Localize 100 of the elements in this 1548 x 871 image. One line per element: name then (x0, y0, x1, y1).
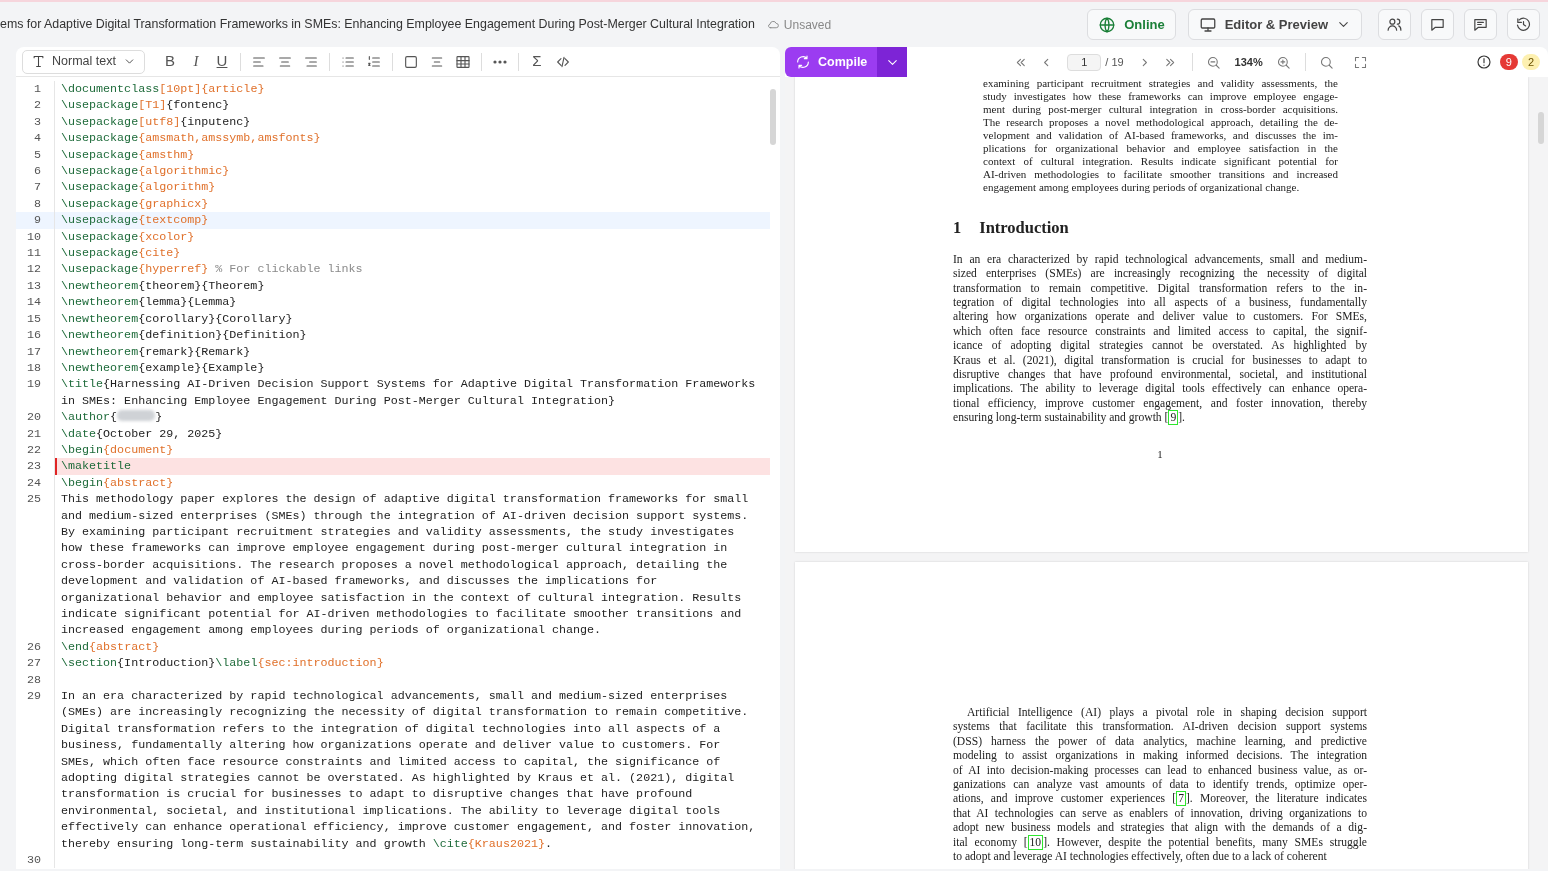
error-count: 9 (1499, 54, 1518, 70)
code-line: \begin{document} (61, 441, 175, 459)
page-number: 1 (1156, 446, 1164, 462)
code-line: \newtheorem{example}{Example} (61, 359, 266, 377)
people-icon (1386, 16, 1403, 33)
text-style-dropdown[interactable]: Normal text (22, 49, 145, 74)
line-number: 5 (16, 146, 55, 164)
italic-button[interactable]: I (185, 49, 207, 74)
citation-link[interactable]: 10 (1027, 834, 1044, 850)
line-number: 4 (16, 130, 55, 147)
code-line: \usepackage{xcolor} (61, 228, 196, 246)
speech-bubble-icon (1429, 16, 1446, 33)
citation-link[interactable]: 9 (1168, 410, 1179, 426)
globe-icon (1098, 15, 1117, 34)
line-number: 26 (16, 638, 55, 656)
line-number: 29 (16, 688, 55, 853)
line-number: 3 (16, 113, 55, 131)
history-button[interactable] (1507, 9, 1540, 40)
code-line: \usepackage[T1]{fontenc} (61, 97, 231, 114)
line-number: 30 (16, 852, 55, 868)
online-button[interactable]: Online (1087, 9, 1176, 40)
zoom-in-icon (1276, 54, 1292, 70)
line-number: 20 (16, 409, 55, 426)
code-line: \newtheorem{definition}{Definition} (61, 327, 308, 344)
more-icon (493, 59, 507, 64)
line-number: 25 (16, 491, 55, 639)
page-total: / 19 (1105, 54, 1124, 70)
history-icon (1515, 16, 1532, 33)
code-line: \section{Introduction}\label{sec:introduction} (61, 655, 385, 672)
table-icon (455, 53, 471, 70)
line-number: 16 (16, 327, 55, 344)
numbered-list-icon (366, 53, 382, 70)
code-line: \documentclass[10pt]{article} (61, 81, 266, 98)
section-heading: Introduction (979, 217, 1069, 239)
code-line: \usepackage{textcomp} (61, 212, 210, 229)
code-line: \usepackage{algorithmic} (61, 163, 231, 180)
line-number: 17 (16, 343, 55, 360)
collaborators-button[interactable] (1378, 9, 1411, 40)
page-number-field[interactable]: 1 (1067, 53, 1102, 71)
warning-count: 2 (1521, 54, 1540, 70)
scrollbar-thumb[interactable] (1538, 112, 1544, 144)
cloud-icon (766, 18, 780, 31)
line-number: 13 (16, 277, 55, 295)
code-line: \newtheorem{remark}{Remark} (61, 343, 252, 360)
line-number: 2 (16, 97, 55, 114)
formula-button[interactable]: Σ (526, 49, 548, 74)
line-number: 10 (16, 228, 55, 246)
line-number: 19 (16, 376, 55, 410)
code-line: \maketitle (61, 458, 133, 475)
code-line: \newtheorem{theorem}{Theorem} (61, 277, 266, 295)
layout-dropdown[interactable]: Editor & Preview (1187, 9, 1362, 40)
line-number: 28 (16, 671, 55, 689)
abstract-text: examining participant recruitment strategies and validity assessments, the study investigates how these frameworks can improve employee engage- ment during post-merger cultural integration in cross-border acquisitions. The research proposes a novel methodological approach, detailing the de- velopment and validation of AI-based frameworks, and discusses the im- plications for organizational behavior and employee satisfaction in the context of cultural integration. Results indicate significant potential for AI-driven methodologies to facilitate smoother transitions and increased engagement among employees during periods of organizational change. (983, 77, 1338, 194)
line-number: 12 (16, 261, 55, 278)
code-line: \date{October 29, 2025} (61, 425, 224, 442)
code-line: \end{abstract} (61, 638, 161, 656)
monitor-icon (1198, 15, 1217, 34)
chat-button[interactable] (1421, 9, 1454, 40)
line-number: 15 (16, 310, 55, 328)
underline-button[interactable]: U (211, 49, 233, 74)
text-icon (31, 54, 46, 69)
compile-button[interactable]: Compile (785, 47, 878, 77)
code-line: In an era characterized by rapid technological advancements, small and medium-sized enterprises (SMEs) are increasingly recognizing the necessity of digital transformation to remain competitive. Digital transformation refers to the integration of digital technologies into all aspects of a business, fundamentally altering how organizations operate and deliver value to customers. For SMEs, which often face resource constraints and limited access to capital, the significance of adopting digital strategies cannot be overstated. As highlighted by Kraus et al. (2021), digital transformation is crucial for businesses to adapt to disruptive changes that have profound environmental, societal, and institutional implications. The ability to leverage digital tools effectively can enhance operational efficiency, improve customer engagement, and foster innovation, thereby ensuring long-term sustainability and growth \cite{Kraus2021}. (61, 688, 757, 853)
code-line: \usepackage{hyperref} % For clickable links (61, 261, 364, 278)
compile-dropdown[interactable] (877, 47, 908, 77)
line-number: 11 (16, 245, 55, 262)
line-number: 1 (16, 81, 55, 98)
code-line: \usepackage{graphicx} (61, 195, 210, 213)
line-number: 24 (16, 474, 55, 492)
code-line: \usepackage{cite} (61, 245, 182, 262)
zoom-level: 134% (1233, 54, 1264, 70)
line-number: 14 (16, 294, 55, 311)
fullscreen-icon (1353, 54, 1369, 70)
bold-button[interactable]: B (159, 49, 181, 74)
search-icon (1319, 54, 1335, 70)
zoom-out-icon (1206, 54, 1222, 70)
line-number: 7 (16, 179, 55, 196)
comments-button[interactable] (1464, 9, 1497, 40)
code-line: \newtheorem{lemma}{Lemma} (61, 294, 238, 311)
comment-icon (1472, 16, 1489, 33)
body-paragraph: In an era characterized by rapid technological advancements, small and medium- sized enterprises (SMEs) are increasingly recognizing the necessity of digital transformation to remain competitive. Digital transformation refers to the in- tegration of digital technologies into all aspects of a business, fundamentally altering how organizations operate and deliver value to customers. For SMEs, which often face resource constraints and limited access to capital, the signif- icance of adopting digital strategies cannot be overstated. As highlighted by Kraus et al. (2021), digital transformation is crucial for businesses to adapt to disruptive changes that have profound environmental, societal, and institutional implications. The ability to leverage digital tools effectively can enhance opera- tional efficiency, improve customer engagement, and foster innovation, thereby ensuring long-term sustainability and growth [ 9 ]. (953, 252, 1367, 426)
line-number: 21 (16, 425, 55, 442)
line-number: 18 (16, 359, 55, 377)
line-number: 9 (16, 212, 55, 229)
document-title: ems for Adaptive Digital Transformation Frameworks in SMEs: Enhancing Employee Engagement During Post-Merger Cultural Integration (0, 16, 755, 34)
code-line: \author{ } (61, 409, 164, 426)
code-line: \begin{abstract} (61, 474, 175, 492)
alert-icon (1475, 54, 1492, 70)
line-number: 27 (16, 655, 55, 672)
line-number: 22 (16, 441, 55, 459)
code-line: \usepackage{algorithm} (61, 179, 217, 196)
line-number: 6 (16, 163, 55, 180)
code-line: \title{Harnessing AI-Driven Decision Support Systems for Adaptive Digital Transformation Frameworks in SMEs: Enhancing Employee Engagement During Post-Merger Cultural Integration} (61, 376, 757, 410)
citation-link[interactable]: 7 (1176, 791, 1186, 807)
code-line: \usepackage[utf8]{inputenc} (61, 113, 252, 131)
code-line: This methodology paper explores the design of adaptive digital transformation frameworks for small and medium-sized enterprises (SMEs) through the integration of AI-driven decision support systems. By examining participant recruitment strategies and validity assessments, the study investigates how these frameworks can improve employee engagement during post-merger cultural integration in cross-border acquisitions. The research proposes a novel methodological approach, detailing the development and validation of AI-based frameworks, and discusses the implications for organizational behavior and employee satisfaction in the context of cultural integration. Results indicate significant potential for AI-driven methodologies to facilitate smoother transitions and increased engagement among employees during periods of organizational change. (61, 491, 750, 639)
square-icon (403, 53, 419, 70)
section-number: 1 (953, 217, 962, 239)
save-status: Unsaved (783, 16, 832, 34)
scrollbar-thumb[interactable] (770, 89, 776, 145)
